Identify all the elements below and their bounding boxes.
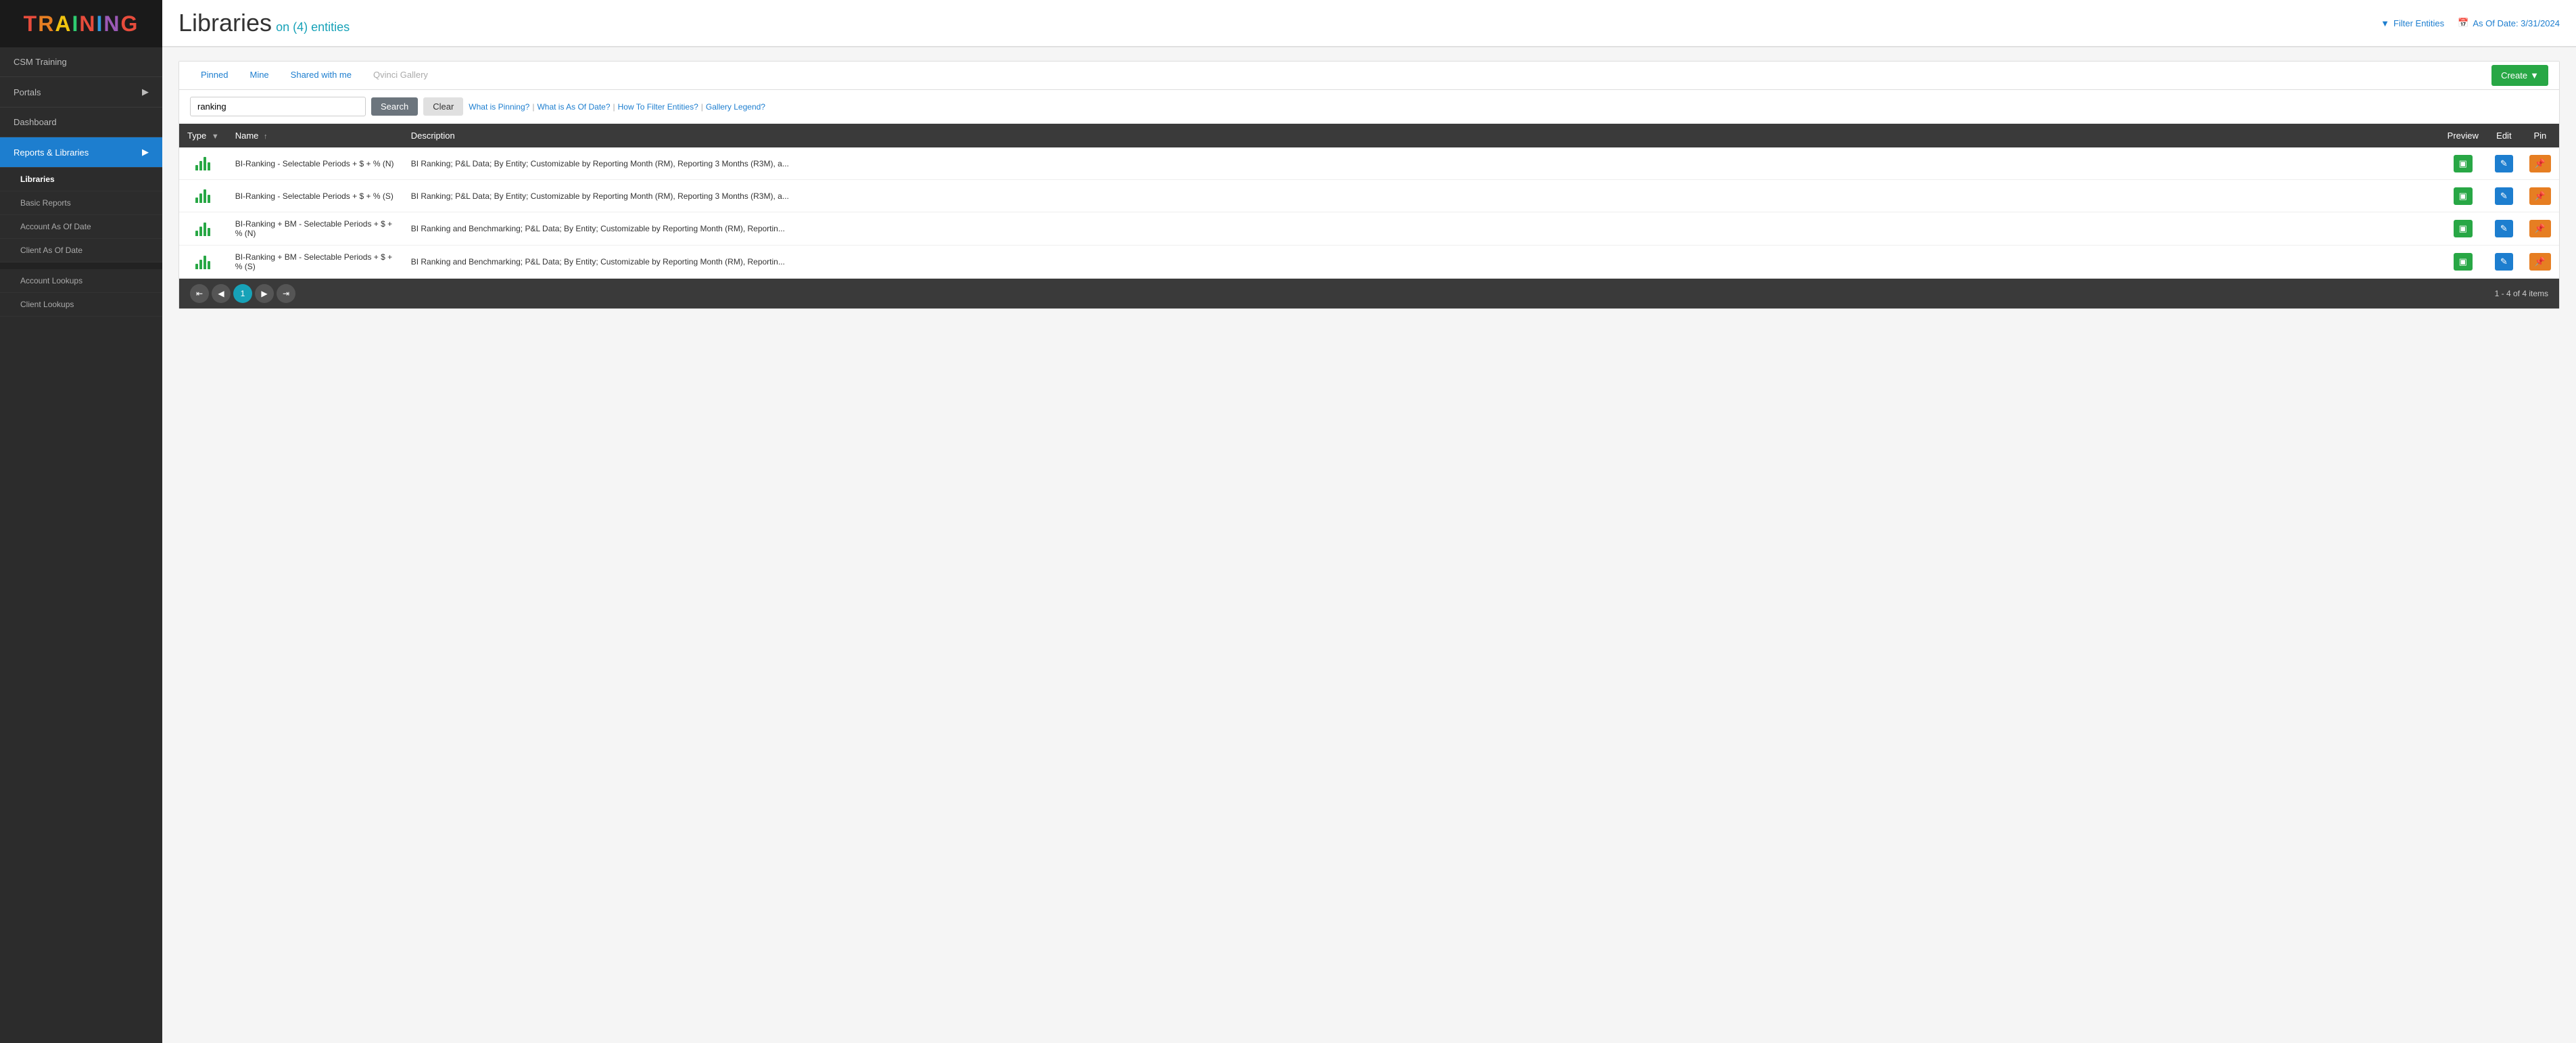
col-header-type: Type ▼ (179, 124, 227, 147)
col-header-description: Description (403, 124, 2439, 147)
edit-button[interactable]: ✎ (2495, 155, 2513, 172)
row-preview-cell: ▣ (2439, 212, 2487, 246)
row-type-icon (179, 147, 227, 180)
chevron-right-icon: ▶ (142, 147, 149, 158)
first-page-button[interactable]: ⇤ (190, 284, 209, 303)
search-input[interactable] (190, 97, 366, 116)
pin-button[interactable]: 📌 (2529, 155, 2551, 172)
pagination-bar: ⇤ ◀ 1 ▶ ⇥ 1 - 4 of 4 items (179, 279, 2559, 308)
row-name: BI-Ranking - Selectable Periods + $ + % … (227, 147, 403, 180)
dropdown-arrow-icon: ▼ (2530, 70, 2539, 80)
top-header: Librarieson (4) entities ▼ Filter Entiti… (162, 0, 2576, 47)
row-edit-cell: ✎ (2487, 180, 2521, 212)
row-description: BI Ranking and Benchmarking; P&L Data; B… (403, 246, 2439, 279)
libraries-table: Type ▼ Name ↑ Description Preview (179, 124, 2559, 279)
sidebar-item-portals[interactable]: Portals ▶ (0, 77, 162, 108)
help-links: What is Pinning? | What is As Of Date? |… (469, 102, 765, 112)
page-info: 1 - 4 of 4 items (2495, 289, 2548, 298)
row-preview-cell: ▣ (2439, 180, 2487, 212)
row-preview-cell: ▣ (2439, 246, 2487, 279)
sidebar-sub-basic-reports[interactable]: Basic Reports (0, 191, 162, 215)
row-description: BI Ranking and Benchmarking; P&L Data; B… (403, 212, 2439, 246)
content-area: Pinned Mine Shared with me Qvinci Galler… (162, 47, 2576, 1043)
as-of-date-link[interactable]: 📅 As Of Date: 3/31/2024 (2458, 18, 2560, 28)
pin-button[interactable]: 📌 (2529, 187, 2551, 205)
sidebar-item-reports-libraries[interactable]: Reports & Libraries ▶ (0, 137, 162, 168)
row-pin-cell: 📌 (2521, 180, 2559, 212)
chevron-right-icon: ▶ (142, 87, 149, 97)
sidebar: TRAINING CSM Training Portals ▶ Dashboar… (0, 0, 162, 1043)
next-page-button[interactable]: ▶ (255, 284, 274, 303)
sidebar-sub-account-as-of-date[interactable]: Account As Of Date (0, 215, 162, 239)
row-type-icon (179, 180, 227, 212)
sidebar-sub-client-lookups[interactable]: Client Lookups (0, 293, 162, 317)
pin-button[interactable]: 📌 (2529, 253, 2551, 271)
sidebar-sub-libraries[interactable]: Libraries (0, 168, 162, 191)
tab-pinned[interactable]: Pinned (190, 62, 239, 90)
search-bar: Search Clear What is Pinning? | What is … (179, 90, 2559, 124)
sidebar-sub-account-lookups[interactable]: Account Lookups (0, 269, 162, 293)
row-pin-cell: 📌 (2521, 246, 2559, 279)
row-pin-cell: 📌 (2521, 212, 2559, 246)
row-pin-cell: 📌 (2521, 147, 2559, 180)
col-header-preview: Preview (2439, 124, 2487, 147)
col-header-edit: Edit (2487, 124, 2521, 147)
table-row: BI-Ranking + BM - Selectable Periods + $… (179, 246, 2559, 279)
what-is-as-of-date-link[interactable]: What is As Of Date? (537, 102, 610, 112)
sidebar-item-dashboard[interactable]: Dashboard (0, 108, 162, 137)
preview-button[interactable]: ▣ (2454, 155, 2473, 172)
what-is-pinning-link[interactable]: What is Pinning? (469, 102, 529, 112)
row-name: BI-Ranking + BM - Selectable Periods + $… (227, 212, 403, 246)
clear-button[interactable]: Clear (423, 97, 463, 116)
header-actions: ▼ Filter Entities 📅 As Of Date: 3/31/202… (2381, 18, 2560, 28)
filter-entities-link[interactable]: ▼ Filter Entities (2381, 18, 2444, 28)
row-type-icon (179, 212, 227, 246)
gallery-legend-link[interactable]: Gallery Legend? (706, 102, 765, 112)
sidebar-sub-client-as-of-date[interactable]: Client As Of Date (0, 239, 162, 262)
col-header-name[interactable]: Name ↑ (227, 124, 403, 147)
row-name: BI-Ranking + BM - Selectable Periods + $… (227, 246, 403, 279)
edit-button[interactable]: ✎ (2495, 253, 2513, 271)
how-to-filter-link[interactable]: How To Filter Entities? (618, 102, 698, 112)
create-button[interactable]: Create ▼ (2491, 65, 2548, 86)
page-title: Librarieson (4) entities (178, 9, 350, 37)
preview-button[interactable]: ▣ (2454, 220, 2473, 237)
name-sort-icon: ↑ (264, 133, 268, 141)
prev-page-button[interactable]: ◀ (212, 284, 231, 303)
last-page-button[interactable]: ⇥ (277, 284, 295, 303)
libraries-card: Pinned Mine Shared with me Qvinci Galler… (178, 61, 2560, 309)
tab-mine[interactable]: Mine (239, 62, 279, 90)
calendar-icon: 📅 (2458, 18, 2468, 28)
main-content: Librarieson (4) entities ▼ Filter Entiti… (162, 0, 2576, 1043)
sidebar-item-csm-training[interactable]: CSM Training (0, 47, 162, 77)
row-description: BI Ranking; P&L Data; By Entity; Customi… (403, 147, 2439, 180)
tab-shared-with-me[interactable]: Shared with me (280, 62, 362, 90)
row-edit-cell: ✎ (2487, 246, 2521, 279)
logo-container: TRAINING (0, 0, 162, 47)
pin-button[interactable]: 📌 (2529, 220, 2551, 237)
edit-button[interactable]: ✎ (2495, 220, 2513, 237)
page-1-button[interactable]: 1 (233, 284, 252, 303)
tab-qvinci-gallery: Qvinci Gallery (362, 62, 439, 90)
filter-icon: ▼ (2381, 18, 2389, 28)
row-name: BI-Ranking - Selectable Periods + $ + % … (227, 180, 403, 212)
preview-button[interactable]: ▣ (2454, 187, 2473, 205)
row-preview-cell: ▣ (2439, 147, 2487, 180)
table-row: BI-Ranking + BM - Selectable Periods + $… (179, 212, 2559, 246)
tabs-bar: Pinned Mine Shared with me Qvinci Galler… (179, 62, 2559, 90)
row-edit-cell: ✎ (2487, 147, 2521, 180)
row-type-icon (179, 246, 227, 279)
type-filter-icon[interactable]: ▼ (212, 133, 219, 141)
preview-button[interactable]: ▣ (2454, 253, 2473, 271)
row-edit-cell: ✎ (2487, 212, 2521, 246)
logo: TRAINING (24, 11, 139, 37)
table-row: BI-Ranking - Selectable Periods + $ + % … (179, 147, 2559, 180)
row-description: BI Ranking; P&L Data; By Entity; Customi… (403, 180, 2439, 212)
search-button[interactable]: Search (371, 97, 418, 116)
col-header-pin: Pin (2521, 124, 2559, 147)
edit-button[interactable]: ✎ (2495, 187, 2513, 205)
tab-actions: Create ▼ (2491, 65, 2548, 86)
table-row: BI-Ranking - Selectable Periods + $ + % … (179, 180, 2559, 212)
